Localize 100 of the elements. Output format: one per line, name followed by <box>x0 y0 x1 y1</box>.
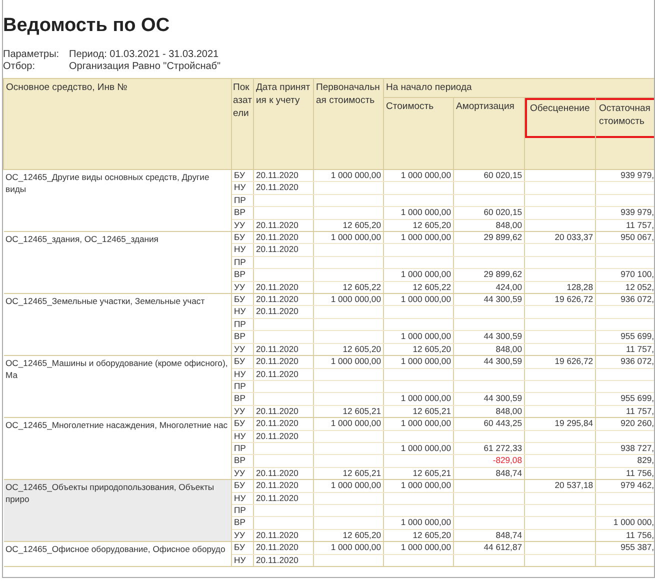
table-cell: 1 000 000,00 <box>384 170 454 182</box>
table-cell: 20.11.2020 <box>254 170 314 182</box>
indicator-cell: БУ <box>232 232 254 244</box>
table-cell: 12 605,20 <box>384 529 454 542</box>
indicator-cell: НУ <box>232 244 254 256</box>
table-cell: 20.11.2020 <box>254 356 314 368</box>
table-cell: 20.11.2020 <box>254 343 314 356</box>
table-cell: 60 443,25 <box>454 418 524 430</box>
indicator-cell: ПР <box>232 380 254 393</box>
parameter-value: Период: 01.03.2021 - 31.03.2021 <box>69 49 220 60</box>
table-cell: 12 605,21 <box>384 467 454 480</box>
table-cell: 11 757, <box>596 405 654 418</box>
table-cell: 1 000 000,00 <box>384 294 454 306</box>
indicator-cell: НУ <box>232 430 254 442</box>
table-cell: 955 699, <box>596 330 654 344</box>
table-cell: 12 605,20 <box>384 343 454 356</box>
table-cell: 848,00 <box>454 219 524 232</box>
table-cell: 12 605,21 <box>384 405 454 418</box>
table-cell: 20.11.2020 <box>254 542 314 554</box>
table-cell: 20.11.2020 <box>254 418 314 430</box>
table-cell: 12 052, <box>596 281 654 294</box>
table-cell: 970 100, <box>596 268 654 282</box>
table-cell: 29 899,62 <box>454 232 524 244</box>
table-cell: 12 605,20 <box>314 529 384 542</box>
column-header: Первоначальная стоимость <box>314 78 384 170</box>
table-cell: 44 300,59 <box>454 356 524 368</box>
indicator-cell: БУ <box>232 170 254 182</box>
table-cell: 60 020,15 <box>454 170 524 182</box>
table-cell: 1 000 000,00 <box>314 542 384 554</box>
table-cell: 938 727, <box>596 442 654 455</box>
indicator-cell: БУ <box>232 356 254 368</box>
table-cell: 979 462, <box>596 480 654 492</box>
table-cell: 848,00 <box>454 343 524 356</box>
parameter-label: Параметры: <box>3 49 60 60</box>
table-cell: 939 979, <box>596 170 654 182</box>
table-cell: 1 000 000,00 <box>384 330 454 344</box>
table-cell: -829,08 <box>454 454 524 468</box>
column-header: Остаточная стоимость <box>596 98 654 170</box>
asset-name-cell: ОС_12465_Другие виды основных средств, Другие виды <box>4 170 232 232</box>
table-cell: 20.11.2020 <box>254 405 314 418</box>
table-cell: 20.11.2020 <box>254 467 314 480</box>
table-cell: 12 605,21 <box>314 467 384 480</box>
parameter-value: Организация Равно "Стройснаб" <box>69 61 222 72</box>
table-cell: 19 626,72 <box>524 294 596 306</box>
indicator-cell: УУ <box>232 281 254 294</box>
indicator-cell: УУ <box>232 219 254 232</box>
table-cell: 12 605,22 <box>314 281 384 294</box>
table-cell: 20.11.2020 <box>254 430 314 442</box>
table-cell: 1 000 000,00 <box>314 480 384 492</box>
table-cell: 1 000 000,00 <box>314 232 384 244</box>
table-cell: 848,74 <box>454 529 524 542</box>
indicator-cell: БУ <box>232 294 254 306</box>
column-header: Дата принятия к учету <box>254 78 314 170</box>
indicator-cell: ПР <box>232 442 254 455</box>
table-cell: 939 979, <box>596 206 654 220</box>
table-cell: 20.11.2020 <box>254 492 314 504</box>
table-cell: 1 000 000,00 <box>314 170 384 182</box>
table-cell: 44 300,59 <box>454 392 524 406</box>
column-header: Основное средство, Инв № <box>4 78 232 170</box>
indicator-cell: БУ <box>232 480 254 492</box>
table-cell: 60 020,15 <box>454 206 524 220</box>
table-cell: 20.11.2020 <box>254 219 314 232</box>
asset-name-cell: ОС_12465_Машины и оборудование (кроме офисного), Ма <box>4 356 232 418</box>
column-header: Амортизация <box>454 98 524 170</box>
table-cell: 20.11.2020 <box>254 281 314 294</box>
table-cell: 11 757, <box>596 219 654 232</box>
table-cell: 12 605,22 <box>384 281 454 294</box>
column-header: Показатели <box>232 78 254 170</box>
table-cell: 19 626,72 <box>524 356 596 368</box>
table-cell: 12 605,20 <box>314 343 384 356</box>
table-cell: 20.11.2020 <box>254 244 314 256</box>
indicator-cell: ПР <box>232 504 254 517</box>
table-cell: 20.11.2020 <box>254 480 314 492</box>
table-cell: 20.11.2020 <box>254 182 314 194</box>
parameter-label: Отбор: <box>3 61 36 72</box>
table-cell: 29 899,62 <box>454 268 524 282</box>
table-cell: 20.11.2020 <box>254 306 314 318</box>
table-cell: 12 605,21 <box>314 405 384 418</box>
table-cell: 61 272,33 <box>454 442 524 455</box>
table-cell: 20.11.2020 <box>254 529 314 542</box>
table-cell: 936 072, <box>596 294 654 306</box>
table-cell: 1 000 000,00 <box>314 356 384 368</box>
indicator-cell: НУ <box>232 182 254 194</box>
table-cell: 1 000 000,00 <box>384 542 454 554</box>
table-cell: 44 300,59 <box>454 294 524 306</box>
indicator-cell: ПР <box>232 194 254 207</box>
indicator-cell: БУ <box>232 542 254 554</box>
indicator-cell: ВР <box>232 392 254 406</box>
table-cell: 20.11.2020 <box>254 554 314 566</box>
table-cell: 20 033,37 <box>524 232 596 244</box>
table-cell: 848,74 <box>454 467 524 480</box>
table-cell: 950 067, <box>596 232 654 244</box>
table-cell: 1 000 000,00 <box>384 206 454 220</box>
table-cell: 44 612,87 <box>454 542 524 554</box>
table-cell: 11 756, <box>596 467 654 480</box>
indicator-cell: НУ <box>232 554 254 566</box>
indicator-cell: ВР <box>232 454 254 468</box>
column-header: Обесценение <box>524 98 596 170</box>
table-cell: 920 260, <box>596 418 654 430</box>
indicator-cell: НУ <box>232 306 254 318</box>
